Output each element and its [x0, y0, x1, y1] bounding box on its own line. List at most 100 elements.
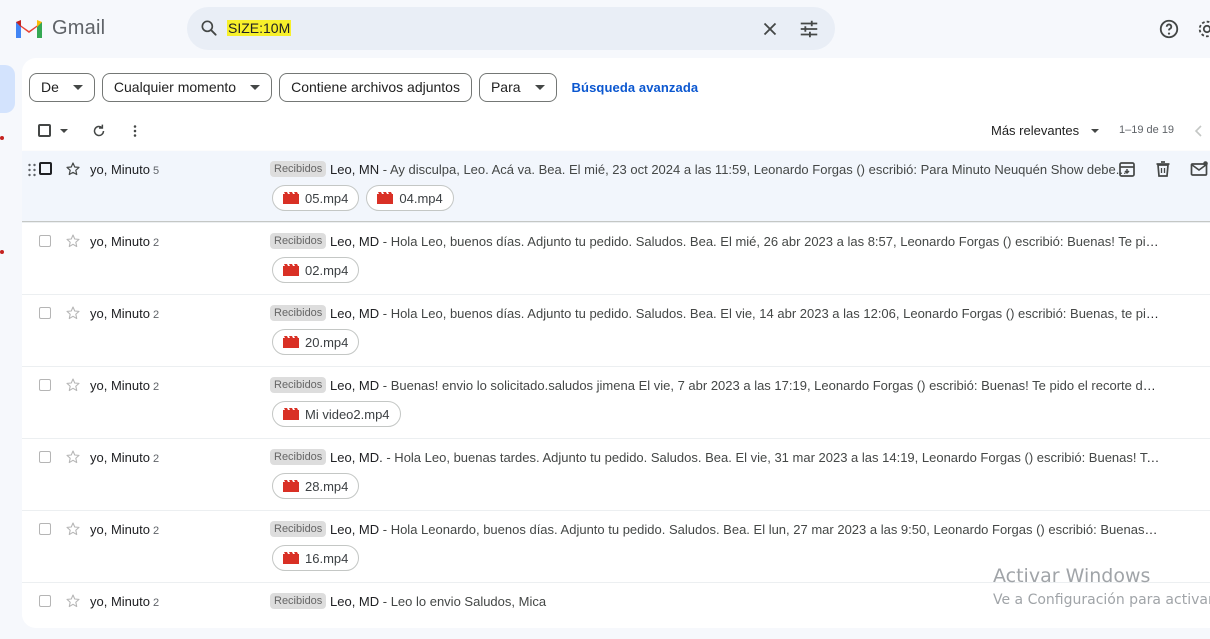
- more-vert-icon[interactable]: [126, 122, 144, 140]
- sender-name: yo, Minuto 2: [90, 234, 159, 249]
- chevron-down-icon: [534, 84, 545, 90]
- star-icon[interactable]: [65, 233, 81, 249]
- attachment-name: 02.mp4: [305, 262, 349, 278]
- video-file-icon: [283, 408, 299, 420]
- search-icon[interactable]: [199, 18, 219, 38]
- sender-name: yo, Minuto 5: [90, 162, 159, 177]
- search-bar[interactable]: SIZE:10M: [187, 7, 835, 50]
- help-icon[interactable]: [1158, 18, 1180, 40]
- sort-dropdown[interactable]: Más relevantes: [991, 123, 1100, 138]
- thread-count: 2: [152, 525, 160, 537]
- nav-rail-indicator: [0, 136, 4, 140]
- label-badge-inbox[interactable]: Recibidos: [270, 305, 327, 321]
- gmail-m-icon: [16, 20, 42, 38]
- app-name: Gmail: [52, 16, 106, 39]
- snippet: - Buenas! envio lo solicitado.saludos ji…: [379, 378, 1160, 393]
- thread-count: 2: [152, 237, 160, 249]
- message-row[interactable]: yo, Minuto 2 Recibidos Leo, MD - Hola Leo…: [22, 223, 1210, 295]
- refresh-icon[interactable]: [90, 122, 108, 140]
- subject: Leo, MD: [330, 378, 380, 393]
- label-badge-inbox[interactable]: Recibidos: [270, 449, 327, 465]
- settings-gear-icon[interactable]: [1196, 18, 1210, 40]
- attachment-chip[interactable]: 02.mp4: [272, 257, 360, 283]
- message-row[interactable]: yo, Minuto 2 Recibidos Leo, MD - Hola Leo…: [22, 295, 1210, 367]
- nav-rail-active-tab[interactable]: [0, 65, 15, 113]
- advanced-search-link[interactable]: Búsqueda avanzada: [572, 80, 699, 95]
- attachment-chip[interactable]: 05.mp4: [272, 185, 360, 211]
- attachment-chip[interactable]: Mi video2.mp4: [272, 401, 401, 427]
- row-checkbox[interactable]: [39, 451, 51, 463]
- filter-has-attachment-chip[interactable]: Contiene archivos adjuntos: [279, 72, 472, 102]
- sender-name: yo, Minuto 2: [90, 450, 159, 465]
- row-checkbox[interactable]: [39, 523, 51, 535]
- windows-activation-watermark: Activar Windows Ve a Configuración para …: [993, 565, 1210, 608]
- filter-from-chip[interactable]: De: [29, 72, 95, 102]
- star-icon[interactable]: [65, 305, 81, 321]
- star-icon[interactable]: [65, 377, 81, 393]
- sender-text: yo, Minuto: [90, 522, 150, 537]
- label-badge-inbox[interactable]: Recibidos: [270, 377, 327, 393]
- attachment-chip[interactable]: 20.mp4: [272, 329, 360, 355]
- label-badge-inbox[interactable]: Recibidos: [270, 161, 327, 177]
- snippet: - Hola Leo, buenos días. Adjunto tu pedi…: [379, 234, 1160, 249]
- thread-count: 2: [152, 597, 160, 609]
- subject-snippet: Leo, MD - Hola Leo, buenos días. Adjunto…: [330, 306, 1160, 321]
- video-file-icon: [283, 552, 299, 564]
- attachment-name: Mi video2.mp4: [305, 406, 390, 422]
- snippet: - Hola Leo, buenas tardes. Adjunto tu pe…: [382, 450, 1160, 465]
- star-icon[interactable]: [65, 521, 81, 537]
- filter-date-chip[interactable]: Cualquier momento: [101, 72, 273, 102]
- label-badge-inbox[interactable]: Recibidos: [270, 233, 327, 249]
- drag-handle-icon[interactable]: [27, 163, 37, 177]
- message-row[interactable]: yo, Minuto 2 Recibidos Leo, MD - Buenas! …: [22, 367, 1210, 439]
- chip-label: Para: [490, 79, 521, 95]
- subject: Leo, MD: [330, 594, 380, 609]
- watermark-subtitle: Ve a Configuración para activar W: [993, 592, 1210, 608]
- row-checkbox[interactable]: [39, 235, 51, 247]
- close-icon[interactable]: [759, 18, 781, 40]
- search-options-icon[interactable]: [798, 18, 820, 40]
- attachment-name: 20.mp4: [305, 334, 349, 350]
- message-row[interactable]: yo, Minuto 5 Recibidos Leo, MN - Ay discu…: [22, 151, 1210, 223]
- chevron-down-icon: [72, 84, 83, 90]
- star-icon[interactable]: [65, 449, 81, 465]
- row-checkbox[interactable]: [39, 379, 51, 391]
- sender-text: yo, Minuto: [90, 378, 150, 393]
- list-toolbar: Más relevantes 1–19 de 19: [22, 116, 1210, 146]
- chip-label: Cualquier momento: [113, 79, 237, 95]
- archive-icon[interactable]: [1117, 159, 1137, 179]
- attachment-chip[interactable]: 16.mp4: [272, 545, 360, 571]
- star-icon[interactable]: [65, 593, 81, 609]
- attachment-chip[interactable]: 28.mp4: [272, 473, 360, 499]
- chevron-down-icon: [250, 84, 261, 90]
- gmail-logo[interactable]: Gmail: [14, 16, 105, 40]
- watermark-title: Activar Windows: [993, 565, 1151, 587]
- row-checkbox[interactable]: [39, 595, 51, 607]
- subject: Leo, MD: [330, 234, 380, 249]
- search-input[interactable]: SIZE:10M: [227, 20, 292, 36]
- label-badge-inbox[interactable]: Recibidos: [270, 593, 327, 609]
- label-badge-inbox[interactable]: Recibidos: [270, 521, 327, 537]
- message-row[interactable]: yo, Minuto 2 Recibidos Leo, MD. - Hola Le…: [22, 439, 1210, 511]
- select-options-chevron-icon[interactable]: [60, 129, 68, 133]
- video-file-icon: [283, 264, 299, 276]
- chip-label: Contiene archivos adjuntos: [291, 79, 460, 95]
- snippet: - Hola Leonardo, buenos días. Adjunto tu…: [379, 522, 1160, 537]
- row-checkbox[interactable]: [39, 307, 51, 319]
- attachment-chip[interactable]: 04.mp4: [366, 185, 454, 211]
- search-filter-chips: De Cualquier momento Contiene archivos a…: [29, 72, 698, 102]
- select-all-checkbox[interactable]: [38, 124, 51, 137]
- subject-snippet: Leo, MD. - Hola Leo, buenas tardes. Adju…: [330, 450, 1160, 465]
- pagination-info: 1–19 de 19: [1119, 124, 1175, 136]
- attachment-chips: 16.mp4: [272, 545, 366, 571]
- subject-snippet: Leo, MN - Ay disculpa, Leo. Acá va. Bea.…: [330, 162, 1160, 177]
- delete-icon[interactable]: [1153, 159, 1173, 179]
- chevron-left-icon[interactable]: [1192, 122, 1206, 140]
- subject-snippet: Leo, MD - Buenas! envio lo solicitado.sa…: [330, 378, 1160, 393]
- star-icon[interactable]: [65, 161, 81, 177]
- video-file-icon: [283, 336, 299, 348]
- sort-label: Más relevantes: [991, 123, 1080, 138]
- row-checkbox[interactable]: [39, 162, 52, 175]
- filter-to-chip[interactable]: Para: [478, 72, 557, 102]
- mark-as-unread-icon[interactable]: [1189, 159, 1209, 179]
